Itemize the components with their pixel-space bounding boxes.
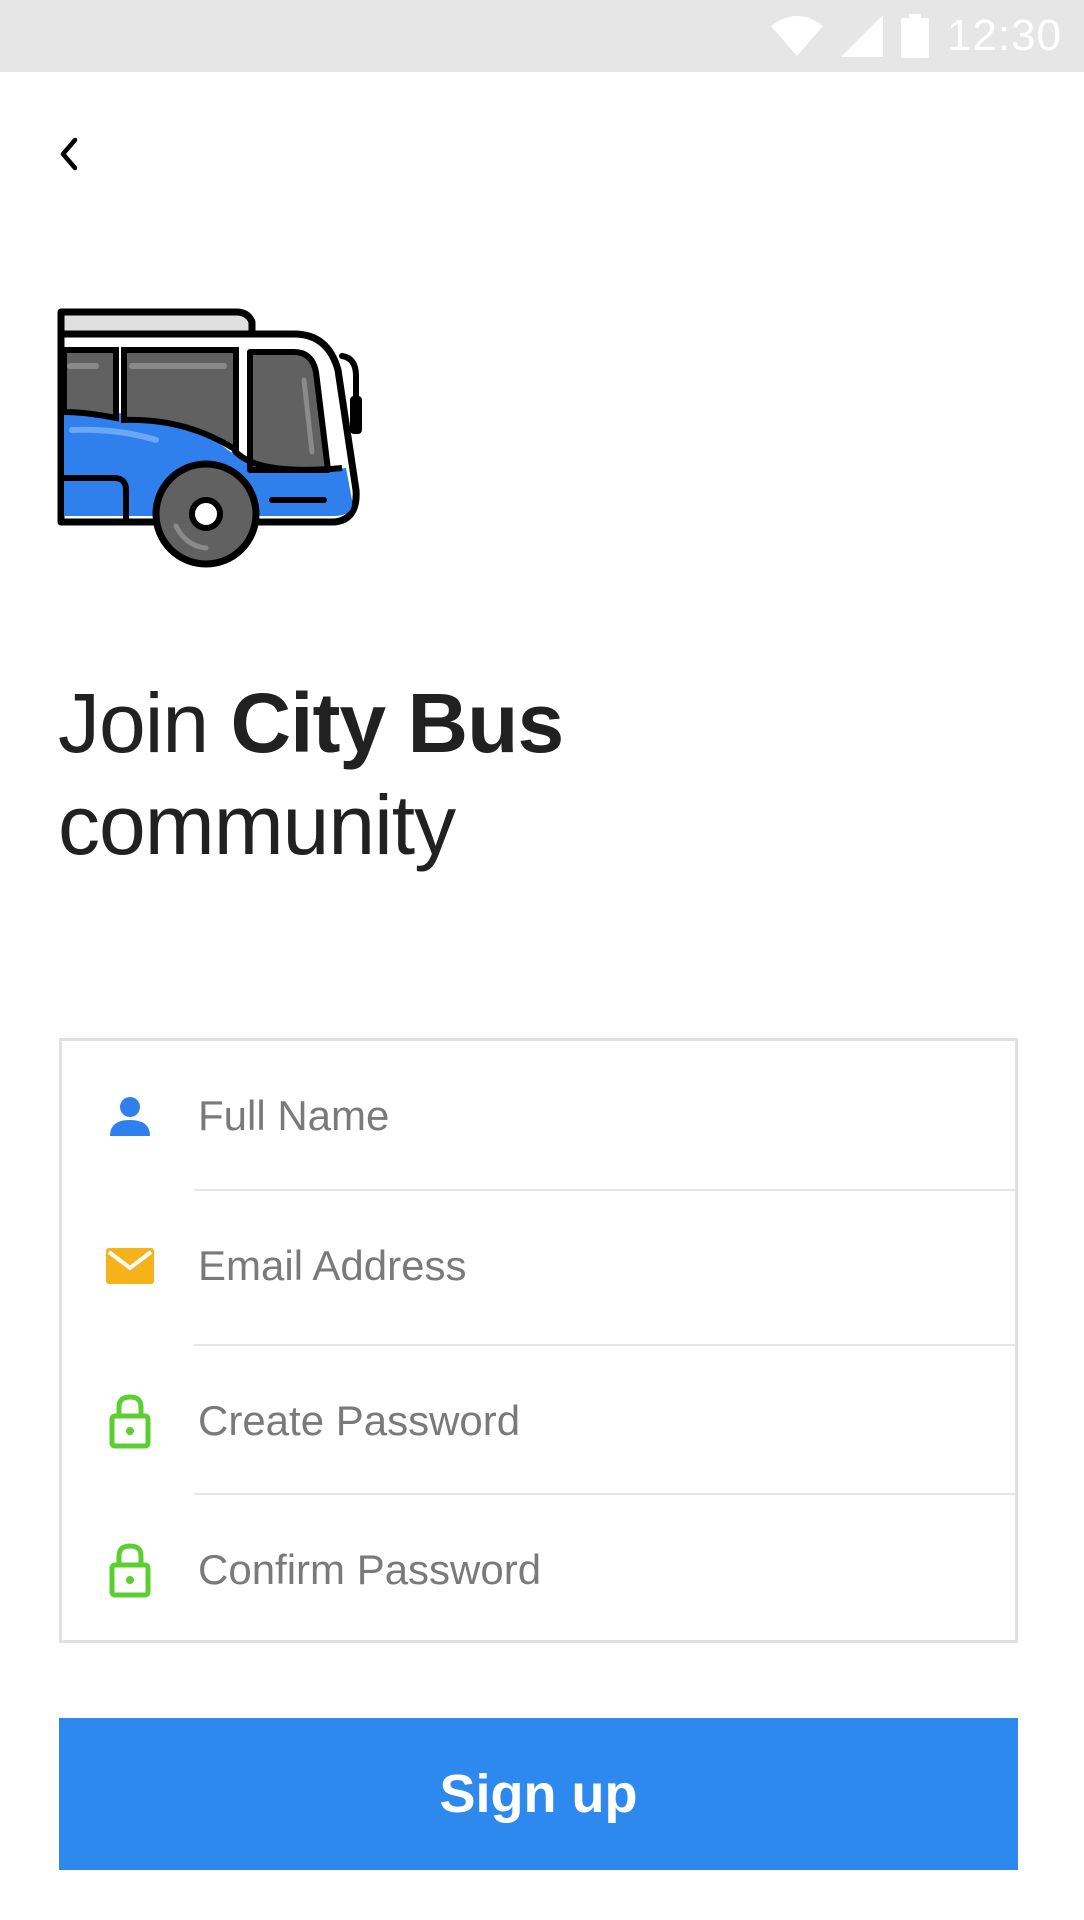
create-password-input[interactable]: [198, 1397, 995, 1445]
confirm-password-field[interactable]: [62, 1495, 1015, 1645]
lock-icon: [106, 1543, 154, 1598]
wifi-icon: [770, 16, 823, 56]
lock-icon: [106, 1394, 154, 1449]
status-time: 12:30: [946, 11, 1062, 60]
chevron-left-icon: [60, 137, 78, 171]
full-name-input[interactable]: [198, 1092, 995, 1140]
signup-form: [59, 1038, 1018, 1643]
email-address-input[interactable]: [198, 1242, 995, 1290]
confirm-password-input[interactable]: [198, 1546, 995, 1594]
headline-brand: City Bus: [230, 676, 564, 770]
cell-signal-icon: [840, 15, 883, 57]
envelope-icon: [106, 1242, 154, 1290]
email-address-field[interactable]: [62, 1191, 1015, 1341]
battery-icon: [900, 14, 929, 58]
status-bar: 12:30: [0, 0, 1084, 72]
person-icon: [106, 1092, 154, 1140]
create-password-field[interactable]: [62, 1346, 1015, 1496]
back-button[interactable]: [46, 130, 94, 178]
status-icons: 12:30: [770, 11, 1062, 60]
headline-suffix: community: [58, 778, 456, 872]
bus-icon: [57, 308, 362, 568]
page-title: Join City Bus community: [58, 672, 564, 876]
full-name-field[interactable]: [62, 1041, 1015, 1191]
signup-button[interactable]: Sign up: [59, 1718, 1018, 1870]
headline-prefix: Join: [58, 676, 231, 770]
